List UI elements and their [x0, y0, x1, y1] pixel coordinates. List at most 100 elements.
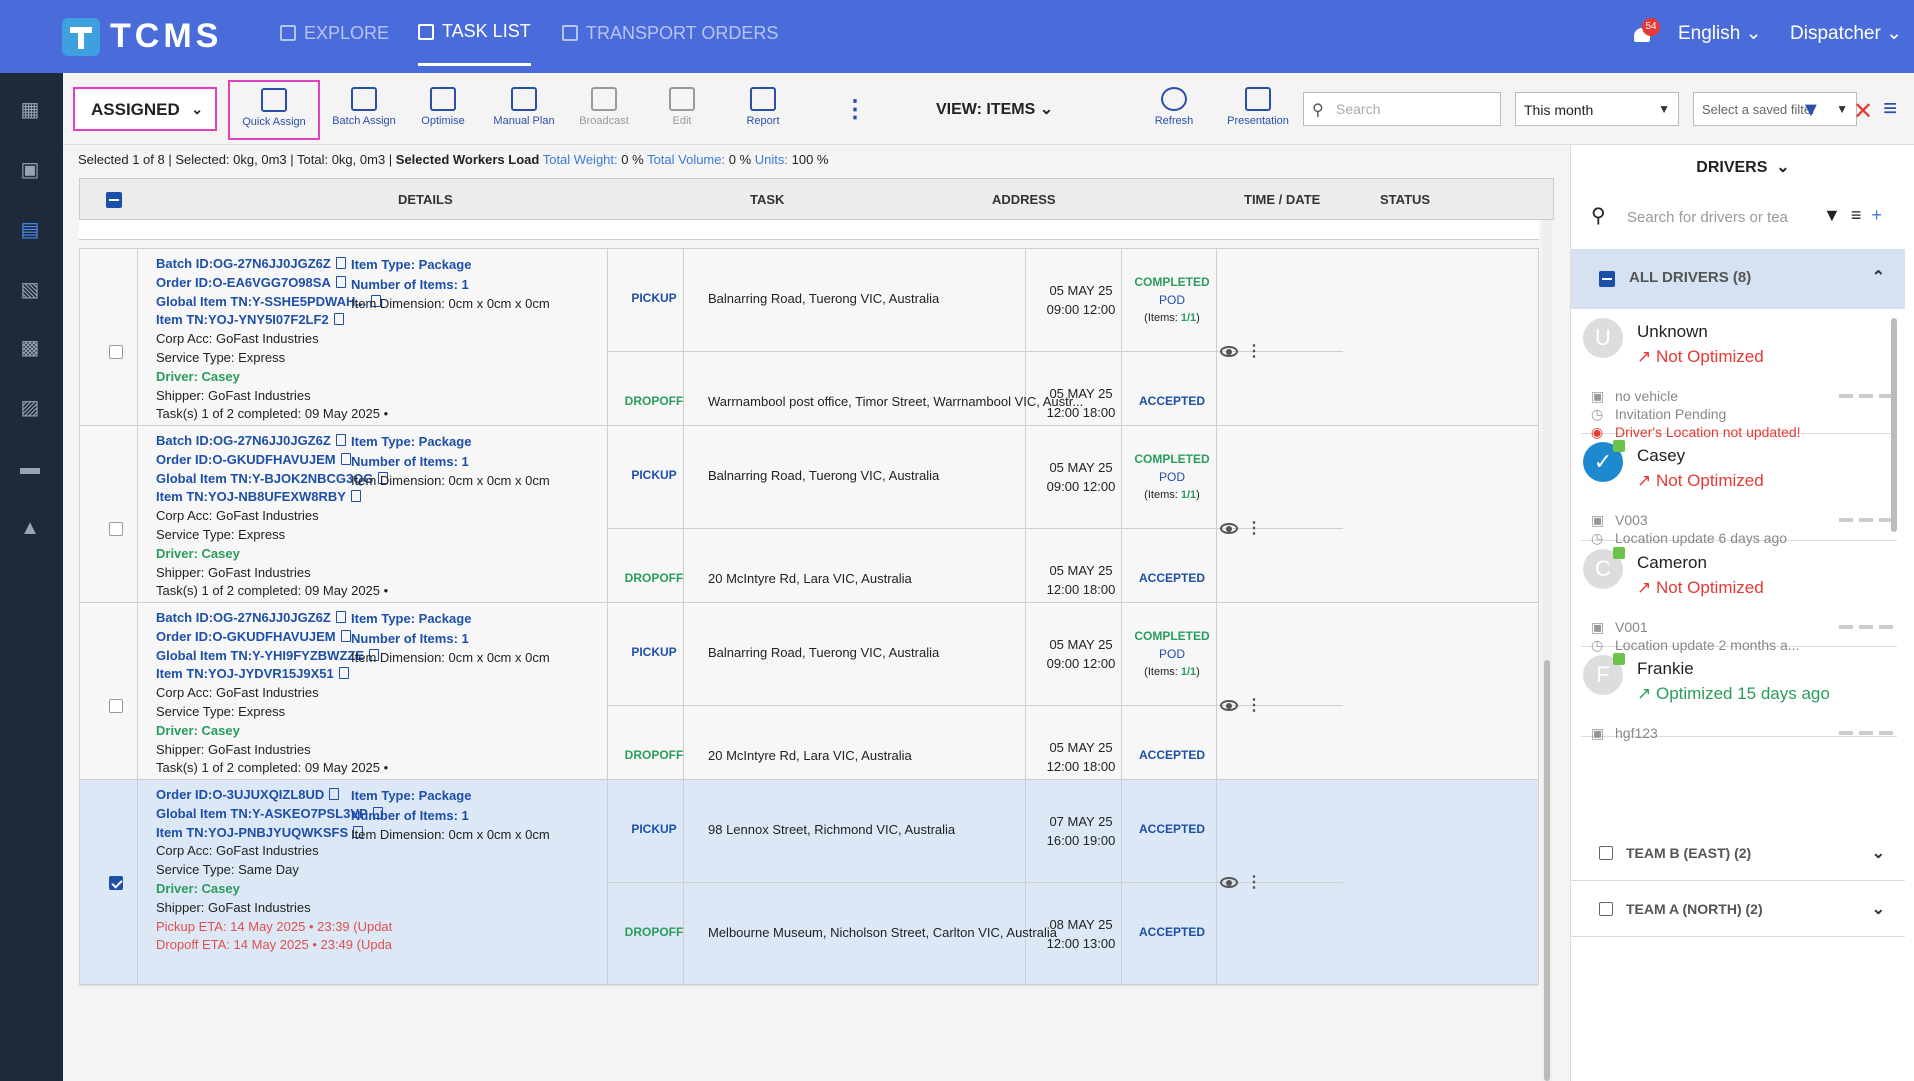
- view-icon[interactable]: [1220, 345, 1238, 357]
- all-drivers-group[interactable]: ALL DRIVERS (8) ⌃: [1571, 249, 1905, 309]
- dashboard-icon[interactable]: ▦: [18, 99, 42, 121]
- task-list-scroll-thumb[interactable]: [1544, 660, 1550, 1081]
- tracking-link-text[interactable]: Batch ID:OG-27N6JJ0JGZ6Z: [156, 433, 331, 448]
- tracking-link[interactable]: Item TN:YOJ-NB8UFEXW8RBY: [156, 488, 646, 507]
- copy-icon[interactable]: [333, 313, 344, 326]
- billing-icon[interactable]: ▨: [18, 397, 42, 419]
- copy-icon[interactable]: [338, 667, 349, 680]
- tracking-link-text[interactable]: Batch ID:OG-27N6JJ0JGZ6Z: [156, 610, 331, 625]
- row-menu-icon[interactable]: ⋮: [1246, 341, 1262, 361]
- map-icon[interactable]: ▣: [18, 159, 42, 181]
- saved-filter-select[interactable]: Select a saved filter ▼: [1693, 92, 1857, 126]
- all-drivers-checkbox[interactable]: [1599, 271, 1615, 287]
- driver-search-input[interactable]: ⚲ Search for drivers or tea ▼ ≡ +: [1581, 203, 1901, 233]
- team-checkbox[interactable]: [1599, 902, 1613, 916]
- column-header-address[interactable]: ADDRESS: [992, 192, 1056, 207]
- team-checkbox[interactable]: [1599, 846, 1613, 860]
- tracking-link-text[interactable]: Order ID:O-GKUDFHAVUJEM: [156, 452, 336, 467]
- status-filter-dropdown[interactable]: ASSIGNED ⌄: [73, 87, 217, 131]
- clear-filter-icon[interactable]: ✕: [1853, 97, 1873, 126]
- copy-icon[interactable]: [340, 629, 351, 642]
- driver-card[interactable]: C Cameron ↗ Not Optimized ▣ V001 ◷ Location up…: [1581, 541, 1897, 653]
- team-group-b-east[interactable]: TEAM B (EAST) (2) ⌄: [1571, 825, 1905, 881]
- tracking-link-text[interactable]: Order ID:O-GKUDFHAVUJEM: [156, 629, 336, 644]
- column-header-task[interactable]: TASK: [750, 192, 784, 207]
- table-icon[interactable]: ▩: [18, 337, 42, 359]
- more-options-icon[interactable]: ⋮: [843, 95, 867, 124]
- tracking-link-text[interactable]: Global Item TN:Y-YHI9FYZBWZZE: [156, 648, 364, 663]
- column-header-details[interactable]: DETAILS: [398, 192, 453, 207]
- driver-card[interactable]: U Unknown ↗ Not Optimized ▣ no vehicle ◷ Invit…: [1581, 310, 1897, 440]
- row-menu-icon[interactable]: ⋮: [1246, 518, 1262, 538]
- driver-card[interactable]: ✓ Casey ↗ Not Optimized ▣ V003 ◷ Location upda…: [1581, 434, 1897, 546]
- assigned-driver[interactable]: Driver: Casey: [156, 545, 646, 564]
- task-subrow[interactable]: PICKUP Balnarring Road, Tuerong VIC, Aust…: [608, 603, 1343, 706]
- refresh-button[interactable]: Refresh: [1131, 81, 1217, 137]
- quick-assign-button[interactable]: Quick Assign: [228, 80, 320, 140]
- row-menu-icon[interactable]: ⋮: [1246, 695, 1262, 715]
- view-icon[interactable]: [1220, 699, 1238, 711]
- chevron-down-icon[interactable]: ⌄: [1872, 899, 1885, 919]
- filter-icon[interactable]: ▼: [1823, 205, 1841, 225]
- nav-tab-explore[interactable]: EXPLORE: [280, 0, 389, 66]
- tracking-link-text[interactable]: Global Item TN:Y-SSHE5PDWAH...: [156, 294, 366, 309]
- tracking-link[interactable]: Item TN:YOJ-YNY5I07F2LF2: [156, 311, 646, 330]
- tracking-link-text[interactable]: Item TN:YOJ-PNBJYUQWKSFS: [156, 825, 348, 840]
- copy-icon[interactable]: [335, 257, 346, 269]
- chevron-up-icon[interactable]: ⌃: [1872, 267, 1885, 287]
- select-all-checkbox[interactable]: [106, 192, 122, 208]
- team-group-a-north[interactable]: TEAM A (NORTH) (2) ⌄: [1571, 881, 1905, 937]
- view-icon[interactable]: [1220, 522, 1238, 534]
- tracking-link-text[interactable]: Order ID:O-EA6VGG7O98SA: [156, 275, 331, 290]
- tracking-link-text[interactable]: Order ID:O-3UJUXQIZL8UD: [156, 787, 324, 802]
- copy-icon[interactable]: [350, 490, 361, 503]
- add-driver-icon[interactable]: +: [1871, 205, 1882, 225]
- nav-tab-transport-orders[interactable]: TRANSPORT ORDERS: [562, 0, 778, 66]
- sort-icon[interactable]: ≡: [1851, 205, 1862, 225]
- copy-icon[interactable]: [335, 611, 346, 623]
- driver-card[interactable]: F Frankie ↗ Optimized 15 days ago ▣ hgf123: [1581, 647, 1897, 741]
- tcms-logo[interactable]: TCMS: [62, 17, 222, 56]
- transport-icon[interactable]: ▧: [18, 279, 42, 301]
- optimise-button[interactable]: Optimise: [400, 81, 486, 137]
- report-button[interactable]: Report: [720, 81, 806, 137]
- tracking-link-text[interactable]: Item TN:YOJ-JYDVR15J9X51: [156, 666, 334, 681]
- row-checkbox[interactable]: [109, 699, 123, 713]
- tracking-link-text[interactable]: Global Item TN:Y-ASKEO7PSL3VP: [156, 806, 368, 821]
- batch-assign-button[interactable]: Batch Assign: [321, 81, 407, 137]
- row-checkbox[interactable]: [109, 345, 123, 359]
- column-header-status[interactable]: STATUS: [1380, 192, 1430, 207]
- row-menu-icon[interactable]: ⋮: [1246, 872, 1262, 892]
- task-subrow[interactable]: DROPOFF Melbourne Museum, Nicholson Stree…: [608, 882, 1343, 985]
- task-search-input[interactable]: ⚲ Search: [1303, 92, 1501, 126]
- column-header-time-date[interactable]: TIME / DATE: [1244, 192, 1320, 207]
- date-range-select[interactable]: This month ▼: [1515, 92, 1679, 126]
- drivers-panel-title[interactable]: DRIVERS ⌄: [1571, 157, 1914, 177]
- assigned-driver[interactable]: Driver: Casey: [156, 722, 646, 741]
- driver-list-scroll-thumb[interactable]: [1891, 318, 1897, 532]
- nav-tab-task-list[interactable]: TASK LIST: [418, 0, 531, 66]
- row-checkbox[interactable]: [109, 876, 123, 890]
- role-dropdown[interactable]: Dispatcher ⌄: [1790, 22, 1902, 45]
- presentation-button[interactable]: Presentation: [1215, 81, 1301, 137]
- chevron-down-icon[interactable]: ⌄: [1872, 843, 1885, 863]
- manual-plan-button[interactable]: Manual Plan: [481, 81, 567, 137]
- copy-icon[interactable]: [335, 434, 346, 446]
- task-subrow[interactable]: PICKUP 98 Lennox Street, Richmond VIC, Au…: [608, 780, 1343, 883]
- copy-icon[interactable]: [340, 452, 351, 465]
- tracking-link-text[interactable]: Batch ID:OG-27N6JJ0JGZ6Z: [156, 256, 331, 271]
- pod-link[interactable]: POD: [1122, 468, 1222, 486]
- task-list-icon[interactable]: ▤: [18, 219, 42, 241]
- training-icon[interactable]: ▲: [18, 517, 42, 539]
- task-subrow[interactable]: PICKUP Balnarring Road, Tuerong VIC, Aust…: [608, 249, 1343, 352]
- pod-link[interactable]: POD: [1122, 645, 1222, 663]
- assigned-driver[interactable]: Driver: Casey: [156, 880, 646, 899]
- assigned-driver[interactable]: Driver: Casey: [156, 368, 646, 387]
- task-subrow[interactable]: PICKUP Balnarring Road, Tuerong VIC, Aust…: [608, 426, 1343, 529]
- tracking-link-text[interactable]: Item TN:YOJ-YNY5I07F2LF2: [156, 312, 329, 327]
- tracking-link-text[interactable]: Global Item TN:Y-BJOK2NBCG3QG: [156, 471, 373, 486]
- edit-button[interactable]: Edit: [639, 81, 725, 137]
- row-checkbox[interactable]: [109, 522, 123, 536]
- tracking-link-text[interactable]: Item TN:YOJ-NB8UFEXW8RBY: [156, 489, 346, 504]
- broadcast-button[interactable]: Broadcast: [561, 81, 647, 137]
